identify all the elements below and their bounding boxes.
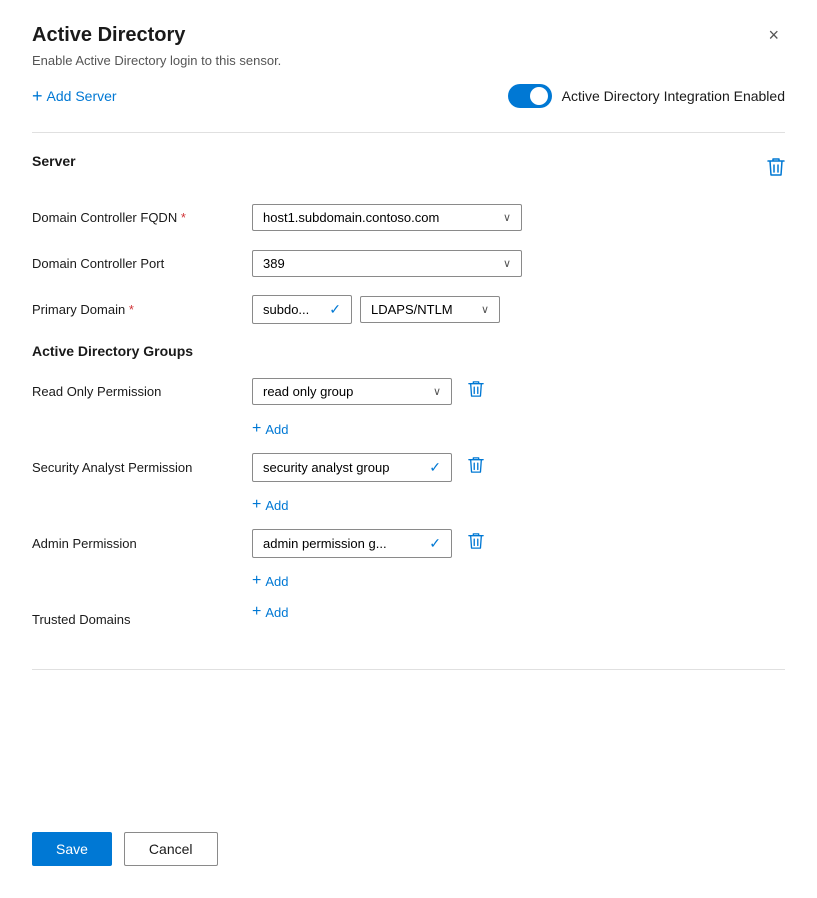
toggle-thumb [530, 87, 548, 105]
dialog-subtitle: Enable Active Directory login to this se… [32, 53, 785, 68]
domain-controller-fqdn-controls: host1.subdomain.contoso.com ∨ [252, 204, 785, 231]
domain-controller-fqdn-row: Domain Controller FQDN * host1.subdomain… [32, 201, 785, 233]
primary-domain-label: Primary Domain * [32, 302, 252, 317]
plus-icon: + [252, 604, 261, 620]
security-analyst-select[interactable]: security analyst group ✓ [252, 453, 452, 482]
checkmark-icon: ✓ [329, 301, 341, 318]
bottom-divider [32, 669, 785, 670]
read-only-select[interactable]: read only group ∨ [252, 378, 452, 405]
chevron-down-icon: ∨ [481, 303, 489, 316]
read-only-add-button[interactable]: + Add [252, 421, 288, 437]
admin-select[interactable]: admin permission g... ✓ [252, 529, 452, 558]
domain-controller-port-value: 389 [263, 256, 285, 271]
dialog-title: Active Directory [32, 24, 185, 47]
admin-permission-group: Admin Permission admin permission g... ✓ [32, 527, 785, 589]
plus-icon: + [252, 573, 261, 589]
toggle-area: Active Directory Integration Enabled [508, 84, 785, 108]
security-analyst-group-value: security analyst group [263, 460, 389, 475]
chevron-down-icon: ∨ [433, 385, 441, 398]
admin-label: Admin Permission [32, 536, 252, 551]
add-server-button[interactable]: + Add Server [32, 87, 117, 105]
admin-controls: admin permission g... ✓ [252, 529, 785, 558]
server-header: Server [32, 153, 785, 185]
server-section-label: Server [32, 153, 76, 169]
plus-icon: + [252, 421, 261, 437]
server-delete-button[interactable] [767, 157, 785, 182]
ldap-value: LDAPS/NTLM [371, 302, 453, 317]
top-bar: + Add Server Active Directory Integratio… [32, 84, 785, 108]
read-only-add-label: Add [265, 422, 288, 437]
security-analyst-add-button[interactable]: + Add [252, 497, 288, 513]
domain-controller-port-label: Domain Controller Port [32, 256, 252, 271]
read-only-permission-group: Read Only Permission read only group ∨ [32, 375, 785, 437]
admin-delete-button[interactable] [468, 532, 484, 555]
integration-label: Active Directory Integration Enabled [562, 88, 785, 104]
add-server-label: Add Server [47, 88, 117, 104]
security-analyst-add-label: Add [265, 498, 288, 513]
domain-controller-port-select[interactable]: 389 ∨ [252, 250, 522, 277]
read-only-controls: read only group ∨ [252, 378, 785, 405]
ldap-select[interactable]: LDAPS/NTLM ∨ [360, 296, 500, 323]
toggle-track [508, 84, 552, 108]
security-analyst-controls: security analyst group ✓ [252, 453, 785, 482]
domain-controller-port-row: Domain Controller Port 389 ∨ [32, 247, 785, 279]
security-analyst-delete-button[interactable] [468, 456, 484, 479]
dialog-header: Active Directory × [32, 24, 785, 47]
cancel-button[interactable]: Cancel [124, 832, 218, 866]
plus-icon: + [252, 497, 261, 513]
required-star: * [181, 210, 186, 225]
domain-controller-fqdn-select[interactable]: host1.subdomain.contoso.com ∨ [252, 204, 522, 231]
read-only-group-value: read only group [263, 384, 353, 399]
close-button[interactable]: × [762, 24, 785, 46]
admin-row: Admin Permission admin permission g... ✓ [32, 527, 785, 559]
primary-domain-controls: subdo... ✓ LDAPS/NTLM ∨ [252, 295, 785, 324]
checkmark-icon: ✓ [429, 459, 441, 476]
domain-controller-fqdn-value: host1.subdomain.contoso.com [263, 210, 439, 225]
save-button[interactable]: Save [32, 832, 112, 866]
chevron-down-icon: ∨ [503, 211, 511, 224]
trusted-domains-add-button[interactable]: + Add [252, 604, 288, 620]
trusted-domains-add-label: Add [265, 605, 288, 620]
admin-group-value: admin permission g... [263, 536, 387, 551]
security-analyst-row: Security Analyst Permission security ana… [32, 451, 785, 483]
top-divider [32, 132, 785, 133]
admin-add-label: Add [265, 574, 288, 589]
ad-groups-section: Active Directory Groups Read Only Permis… [32, 343, 785, 649]
security-analyst-label: Security Analyst Permission [32, 460, 252, 475]
primary-domain-row: Primary Domain * subdo... ✓ LDAPS/NTLM ∨ [32, 293, 785, 325]
primary-domain-value: subdo... [263, 302, 309, 317]
chevron-down-icon: ∨ [503, 257, 511, 270]
admin-add-button[interactable]: + Add [252, 573, 288, 589]
domain-controller-port-controls: 389 ∨ [252, 250, 785, 277]
integration-toggle[interactable] [508, 84, 552, 108]
read-only-delete-button[interactable] [468, 380, 484, 403]
read-only-label: Read Only Permission [32, 384, 252, 399]
checkmark-icon: ✓ [429, 535, 441, 552]
domain-controller-fqdn-label: Domain Controller FQDN * [32, 210, 252, 225]
trusted-domains-controls: + Add [252, 604, 785, 634]
trusted-domains-label: Trusted Domains [32, 612, 252, 627]
ad-groups-label: Active Directory Groups [32, 343, 785, 359]
plus-icon: + [32, 87, 43, 105]
security-analyst-permission-group: Security Analyst Permission security ana… [32, 451, 785, 513]
trusted-domains-row: Trusted Domains + Add [32, 603, 785, 635]
primary-domain-select[interactable]: subdo... ✓ [252, 295, 352, 324]
footer: Save Cancel [32, 800, 785, 866]
read-only-row: Read Only Permission read only group ∨ [32, 375, 785, 407]
required-star-2: * [129, 302, 134, 317]
active-directory-dialog: Active Directory × Enable Active Directo… [0, 0, 817, 898]
